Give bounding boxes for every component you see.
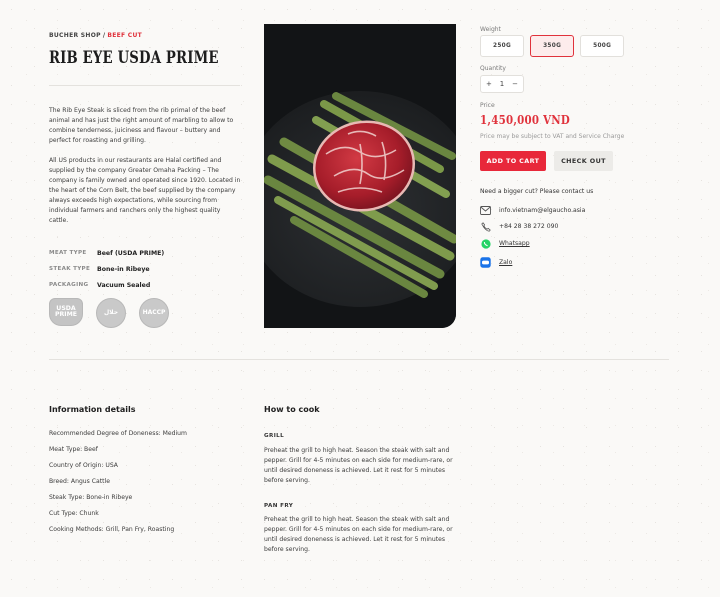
- weight-label: Weight: [480, 26, 501, 33]
- certification-badges: USDA PRIME حلال HACCP: [49, 298, 169, 328]
- info-item: Cooking Methods: Grill, Pan Fry, Roastin…: [49, 526, 175, 533]
- quantity-value[interactable]: 1: [500, 80, 504, 88]
- contact-zalo[interactable]: Zalo: [480, 257, 512, 268]
- info-heading: Information details: [49, 405, 136, 414]
- divider: [49, 85, 240, 86]
- info-item: Cut Type: Chunk: [49, 510, 99, 517]
- contact-email-text[interactable]: info.vietnam@elgaucho.asia: [499, 207, 585, 214]
- quantity-stepper: + 1 −: [480, 75, 524, 93]
- add-to-cart-button[interactable]: ADD TO CART: [480, 151, 546, 171]
- breadcrumb-separator: /: [102, 32, 106, 39]
- halal-badge: حلال: [96, 298, 126, 328]
- haccp-badge: HACCP: [139, 298, 169, 328]
- product-specs: MEAT TYPE Beef (USDA PRIME) STEAK TYPE B…: [49, 245, 249, 293]
- steak-asparagus-illustration: [264, 24, 456, 328]
- breadcrumb-current[interactable]: BEEF CUT: [107, 32, 142, 39]
- quantity-label: Quantity: [480, 65, 506, 72]
- info-item: Country of Origin: USA: [49, 462, 118, 469]
- info-item: Meat Type: Beef: [49, 446, 98, 453]
- spec-key: PACKAGING: [49, 282, 89, 288]
- weight-option-500g[interactable]: 500G: [580, 35, 625, 57]
- grill-instructions: Preheat the grill to high heat. Season t…: [264, 447, 453, 484]
- spec-value: Vacuum Sealed: [97, 281, 151, 289]
- product-description: The Rib Eye Steak is sliced from the rib…: [49, 107, 234, 144]
- spec-row-packaging: PACKAGING Vacuum Sealed: [49, 277, 249, 293]
- product-image: [264, 24, 456, 328]
- product-description-halal: All US products in our restaurants are H…: [49, 157, 241, 224]
- minus-icon[interactable]: −: [512, 80, 518, 88]
- spec-value: Bone-in Ribeye: [97, 265, 150, 273]
- info-item: Recommended Degree of Doneness: Medium: [49, 430, 187, 437]
- section-divider: [49, 359, 669, 360]
- contact-email[interactable]: info.vietnam@elgaucho.asia: [480, 205, 585, 216]
- grill-title: GRILL: [264, 433, 285, 439]
- zalo-icon: [480, 257, 491, 268]
- bigger-cut-text: Need a bigger cut? Please contact us: [480, 188, 594, 195]
- contact-phone[interactable]: +84 28 38 272 090: [480, 221, 558, 232]
- vat-note: Price may be subject to VAT and Service …: [480, 133, 625, 140]
- phone-icon: [480, 221, 491, 232]
- contact-whatsapp-link[interactable]: Whatsapp: [499, 240, 530, 247]
- breadcrumb-shop-link[interactable]: BUCHER SHOP: [49, 32, 101, 39]
- usda-prime-badge: USDA PRIME: [49, 298, 83, 326]
- whatsapp-icon: [480, 238, 491, 249]
- check-out-button[interactable]: CHECK OUT: [554, 151, 613, 171]
- plus-icon[interactable]: +: [486, 80, 492, 88]
- price-value: 1,450,000 VND: [480, 112, 571, 127]
- breadcrumb: BUCHER SHOP / BEEF CUT: [49, 32, 142, 39]
- contact-phone-text[interactable]: +84 28 38 272 090: [499, 223, 558, 230]
- info-item: Steak Type: Bone-in Ribeye: [49, 494, 133, 501]
- weight-option-350g[interactable]: 350G: [530, 35, 575, 57]
- spec-value: Beef (USDA PRIME): [97, 249, 165, 257]
- spec-key: MEAT TYPE: [49, 250, 87, 256]
- price-label: Price: [480, 102, 495, 109]
- cook-heading: How to cook: [264, 405, 320, 414]
- contact-zalo-link[interactable]: Zalo: [499, 259, 512, 266]
- weight-options: 250G 350G 500G: [480, 35, 625, 57]
- mail-icon: [480, 205, 491, 216]
- info-list: Recommended Degree of Doneness: Medium M…: [49, 430, 187, 542]
- contact-whatsapp[interactable]: Whatsapp: [480, 238, 530, 249]
- weight-option-250g[interactable]: 250G: [480, 35, 525, 57]
- product-title: RIB EYE USDA PRIME: [49, 48, 219, 68]
- spec-row-steak-type: STEAK TYPE Bone-in Ribeye: [49, 261, 249, 277]
- info-item: Breed: Angus Cattle: [49, 478, 110, 485]
- panfry-title: PAN FRY: [264, 503, 294, 509]
- panfry-instructions: Preheat the grill to high heat. Season t…: [264, 516, 453, 553]
- spec-row-meat-type: MEAT TYPE Beef (USDA PRIME): [49, 245, 249, 261]
- spec-key: STEAK TYPE: [49, 266, 91, 272]
